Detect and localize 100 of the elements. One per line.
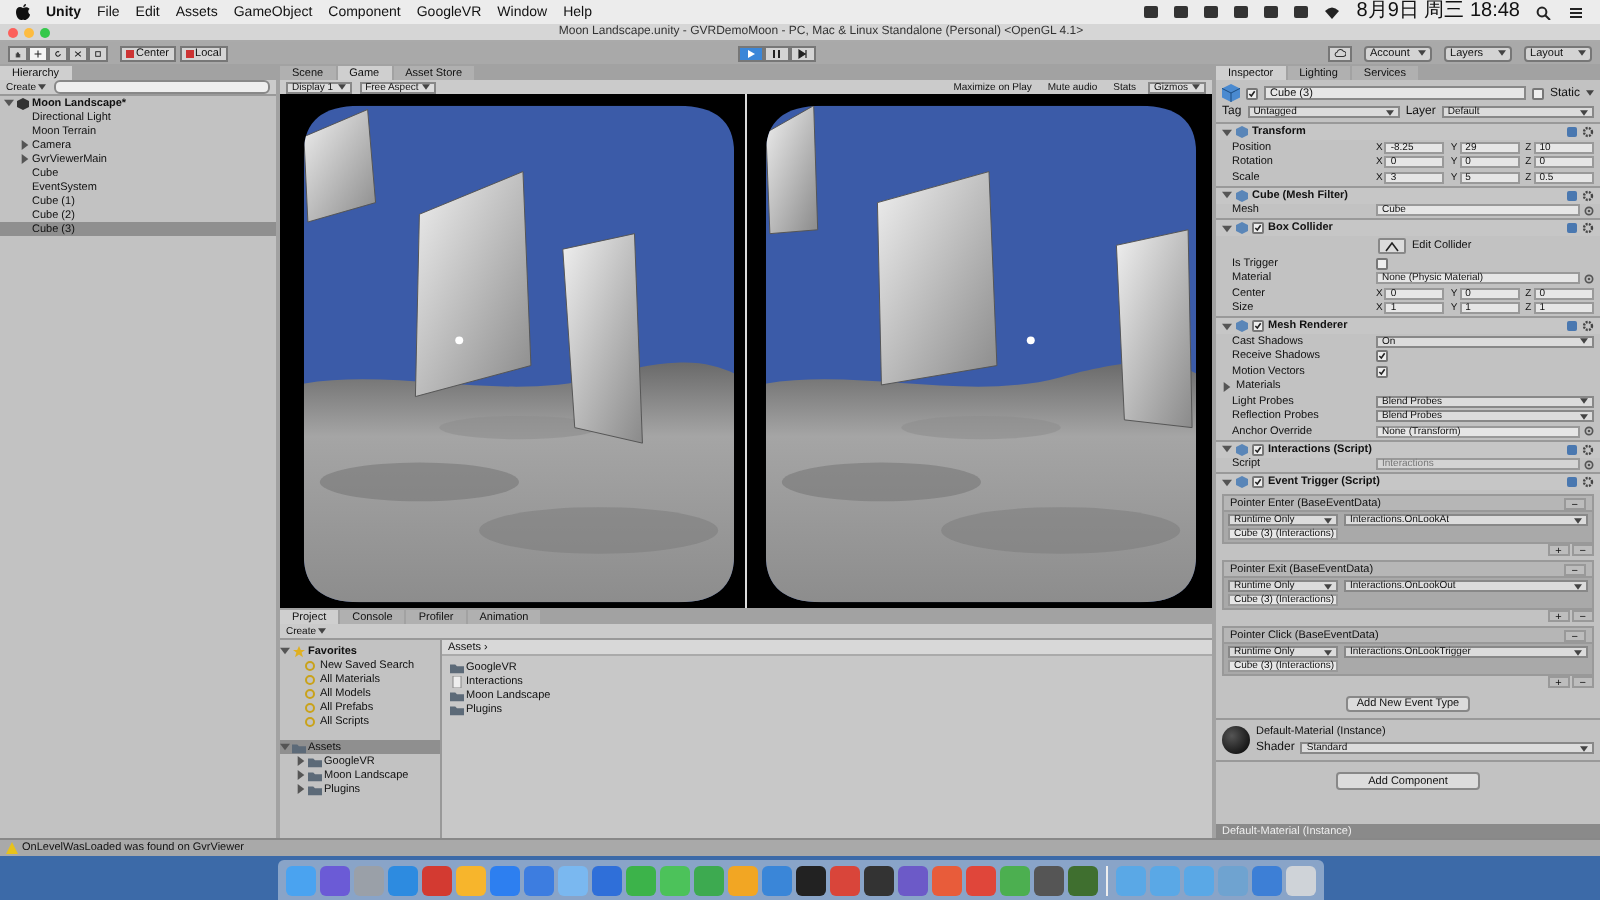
caret-icon [1574,583,1582,589]
caret-icon [1580,745,1588,751]
rect-tool-icon [94,47,102,59]
help-icon[interactable] [1566,222,1578,234]
dock-app-icon[interactable] [1033,865,1063,895]
tool-button[interactable] [48,45,68,61]
caret-icon [1324,517,1332,523]
caret-icon [422,84,431,90]
help-icon[interactable] [1566,126,1578,138]
caret-icon [1498,50,1507,56]
tool-button[interactable] [88,45,108,61]
component-icon [1236,222,1248,234]
help-icon[interactable] [1566,476,1578,488]
scale-tool-icon [74,47,82,59]
move-tool-icon [34,47,42,59]
help-icon[interactable] [1566,320,1578,332]
edit-collider-button[interactable] [1378,238,1406,254]
expand-arrow-icon[interactable] [1222,381,1232,392]
expand-arrow-icon[interactable] [1222,477,1232,487]
caret-icon [1385,109,1394,115]
caret-icon [1580,109,1589,115]
settings-icon[interactable] [1582,443,1594,455]
caret-icon [1586,90,1594,96]
component-icon [1236,320,1248,332]
caret-icon [1578,50,1587,56]
menu-bar-clock[interactable]: 8月9日 周三 18:48 [1356,0,1520,24]
step-button[interactable] [790,45,817,61]
warning-icon [6,842,18,854]
expand-arrow-icon[interactable] [1222,127,1232,137]
checkbox[interactable] [1376,365,1388,378]
object-picker-icon[interactable] [1584,273,1594,284]
component-icon [1236,476,1248,488]
expand-arrow-icon[interactable] [296,756,306,766]
cube-icon [1222,84,1240,102]
checkbox[interactable] [1252,222,1264,234]
search-field[interactable] [54,80,270,94]
caret-icon [38,84,47,90]
expand-arrow-icon[interactable] [280,742,290,752]
caret-icon [1324,649,1332,655]
tool-button[interactable] [68,45,88,61]
checkbox[interactable] [1252,476,1264,488]
checkbox[interactable] [1252,443,1264,455]
dock-app-icon[interactable] [795,865,825,895]
caret-icon [1580,338,1588,345]
expand-arrow-icon[interactable] [1222,444,1232,454]
caret-icon [318,628,327,634]
tool-button[interactable] [28,45,48,61]
caret-icon [1574,517,1582,523]
expand-arrow-icon[interactable] [280,646,290,656]
tool-button[interactable] [8,45,28,61]
wifi-icon[interactable] [1324,5,1341,19]
folder-icon [450,661,464,673]
pivot-icon [126,49,134,57]
expand-arrow-icon[interactable] [4,98,14,108]
list-icon[interactable] [1568,5,1584,19]
material-preview [1222,726,1250,754]
expand-arrow-icon[interactable] [20,140,30,150]
checkbox[interactable] [1376,350,1388,363]
dock-app-icon[interactable] [863,865,893,895]
object-picker-icon[interactable] [1584,426,1594,437]
checkbox[interactable] [1246,87,1258,99]
object-picker-icon[interactable] [1584,459,1594,470]
checkbox[interactable] [1531,87,1544,99]
play-button[interactable] [738,45,765,61]
settings-icon[interactable] [1582,126,1594,138]
pivot-icon [185,49,194,57]
script-file-icon [450,675,464,687]
settings-icon[interactable] [1582,189,1594,201]
caret-icon [1574,649,1582,655]
settings-icon[interactable] [1582,222,1594,234]
step-icon [796,47,811,59]
search-icon[interactable] [1536,5,1552,19]
caret-icon [1192,84,1200,90]
object-picker-icon[interactable] [1584,205,1594,216]
expand-arrow-icon[interactable] [1222,223,1232,233]
rotate-tool-icon [54,47,62,59]
expand-arrow-icon[interactable] [296,784,306,794]
apple-logo-icon[interactable] [16,4,30,20]
caret-icon [337,84,346,90]
caret-icon [1324,583,1332,589]
expand-arrow-icon[interactable] [1222,321,1232,331]
component-icon [1236,189,1248,201]
cloud-button[interactable] [1328,45,1353,61]
caret-icon [1418,50,1427,56]
component-icon [1236,443,1248,455]
expand-arrow-icon[interactable] [296,770,306,780]
checkbox[interactable] [1376,257,1388,270]
checkbox[interactable] [1252,320,1264,332]
expand-arrow-icon[interactable] [1222,190,1232,200]
pause-button[interactable] [764,45,791,61]
component-icon [1236,126,1248,138]
play-icon [744,47,759,59]
settings-icon[interactable] [1582,476,1594,488]
help-icon[interactable] [1566,189,1578,201]
settings-icon[interactable] [1582,320,1594,332]
expand-arrow-icon[interactable] [20,154,30,164]
star-icon [292,645,306,657]
pause-icon [770,47,785,59]
help-icon[interactable] [1566,443,1578,455]
hand-tool-icon [14,47,22,59]
